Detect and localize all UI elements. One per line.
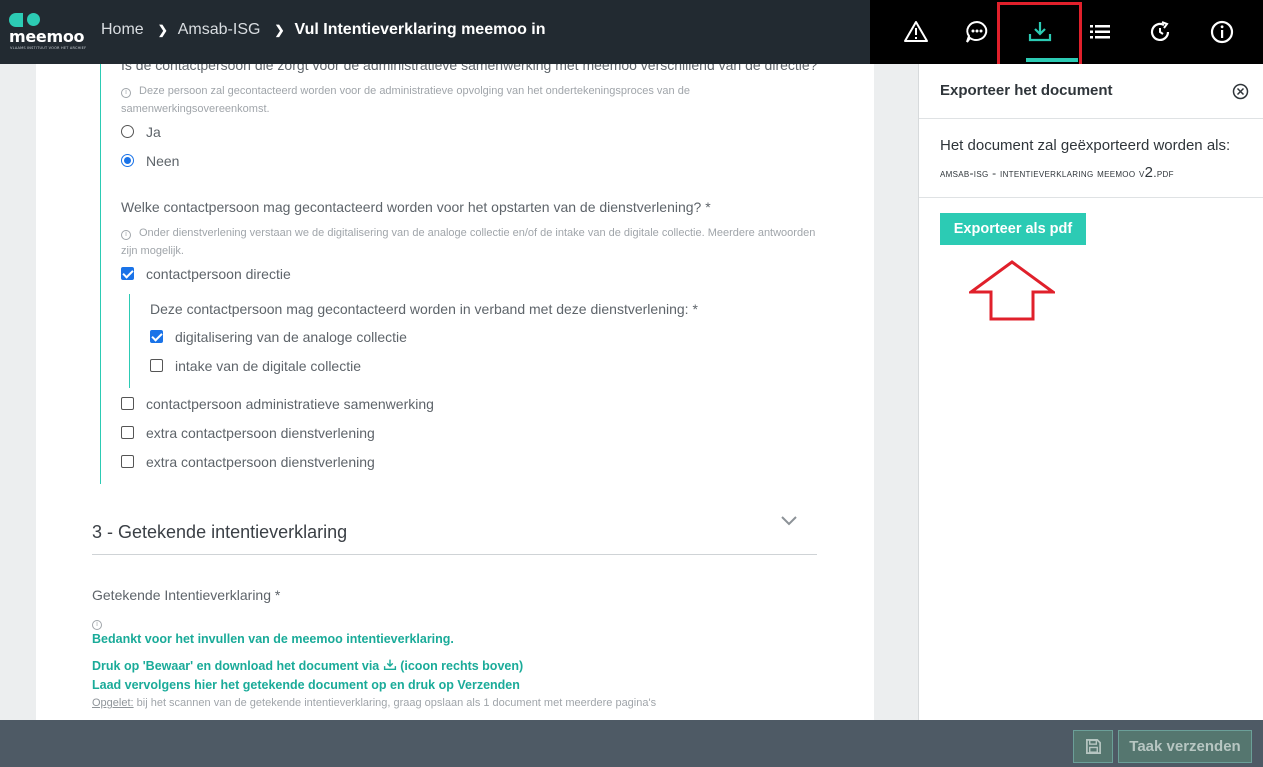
export-panel-header: Exporteer het document	[919, 64, 1263, 119]
q2-hint: i Onder dienstverlening verstaan we de di…	[121, 227, 816, 257]
breadcrumb-current: Vul Intentieverklaring meemoo in	[294, 21, 546, 38]
warning-icon	[904, 21, 928, 42]
info-circle-icon: i	[121, 230, 131, 240]
breadcrumb-org[interactable]: Amsab-ISG	[178, 21, 261, 39]
export-pdf-button[interactable]: Exporteer als pdf	[940, 213, 1086, 245]
chevron-right-icon: ❯	[157, 23, 168, 37]
comment-button[interactable]	[949, 0, 1005, 64]
arrow-up-icon	[969, 260, 1055, 321]
checkbox-contact-admin[interactable]	[121, 397, 134, 410]
list-button[interactable]	[1072, 0, 1128, 64]
checkbox-contact-directie[interactable]	[121, 267, 134, 280]
checkbox-digitalisering-label: digitalisering van de analoge collectie	[175, 329, 407, 345]
checkbox-intake-label: intake van de digitale collectie	[175, 358, 362, 374]
list-icon	[1090, 25, 1110, 39]
note-line: Opgelet: bij het scannen van de getekend…	[92, 697, 657, 709]
checkbox-extra-contact-1[interactable]	[121, 426, 134, 439]
top-bar: meemoo VLAAMS INSTITUUT VOOR HET ARCHIEF…	[0, 0, 870, 64]
checkbox-contact-directie-label: contactpersoon directie	[146, 266, 291, 282]
meemoo-logo[interactable]: meemoo VLAAMS INSTITUUT VOOR HET ARCHIEF	[9, 13, 87, 51]
logo-word: meemoo	[9, 27, 85, 46]
history-icon	[1150, 21, 1170, 41]
sub-question-text: Deze contactpersoon mag gecontacteerd wo…	[150, 301, 698, 317]
history-button[interactable]	[1132, 0, 1188, 64]
instruction-line-2: Laad vervolgens hier het getekende docum…	[92, 678, 520, 692]
subquestion-line	[129, 294, 130, 388]
radio-ja-label: Ja	[146, 124, 161, 140]
q2-text: Welke contactpersoon mag gecontacteerd w…	[121, 199, 711, 215]
close-icon[interactable]	[1232, 83, 1249, 100]
checkbox-extra-contact-1-label: extra contactpersoon dienstverlening	[146, 425, 375, 441]
checkbox-intake[interactable]	[150, 359, 163, 372]
download-icon	[1028, 22, 1052, 42]
download-icon	[383, 659, 396, 671]
export-panel-title: Exporteer het document	[940, 82, 1113, 99]
instruction-line-1: Druk op 'Bewaar' en download het documen…	[92, 659, 524, 673]
save-icon	[1085, 739, 1101, 754]
info-button[interactable]	[1194, 0, 1250, 64]
comment-icon	[966, 20, 988, 43]
q1-text: Is de contactpersoon die zorgt voor de a…	[121, 64, 818, 73]
save-button[interactable]	[1073, 730, 1113, 763]
section-divider	[92, 554, 817, 555]
chevron-down-icon[interactable]	[781, 514, 797, 526]
question-group-line	[100, 64, 101, 484]
bottom-bar: Taak verzenden	[0, 720, 1263, 767]
signed-label: Getekende Intentieverklaring *	[92, 587, 281, 603]
radio-ja[interactable]	[121, 125, 134, 138]
toolbar	[870, 0, 1263, 64]
chevron-right-icon: ❯	[274, 23, 285, 37]
export-panel: Exporteer het document Het document zal …	[918, 64, 1263, 720]
export-divider	[919, 197, 1263, 198]
breadcrumb: Home ❯ Amsab-ISG ❯ Vul Intentieverklarin…	[101, 21, 546, 39]
info-icon	[1210, 20, 1234, 44]
radio-neen[interactable]	[121, 154, 134, 167]
checkbox-contact-admin-label: contactpersoon administratieve samenwerk…	[146, 396, 434, 412]
form-panel: Is de contactpersoon die zorgt voor de a…	[36, 64, 874, 720]
thanks-line: Bedankt voor het invullen van de meemoo …	[92, 632, 454, 646]
download-button[interactable]	[1012, 0, 1078, 64]
checkbox-digitalisering[interactable]	[150, 330, 163, 343]
warning-button[interactable]	[888, 0, 944, 64]
checkbox-extra-contact-2[interactable]	[121, 455, 134, 468]
q1-hint: i Deze persoon zal gecontacteerd worden v…	[121, 85, 690, 115]
logo-tagline: VLAAMS INSTITUUT VOOR HET ARCHIEF	[10, 46, 87, 50]
export-intro: Het document zal geëxporteerd worden als…	[940, 137, 1231, 154]
breadcrumb-home[interactable]: Home	[101, 21, 144, 39]
send-task-button[interactable]: Taak verzenden	[1118, 730, 1252, 763]
info-circle-icon: i	[121, 88, 131, 98]
checkbox-extra-contact-2-label: extra contactpersoon dienstverlening	[146, 454, 375, 470]
logo-mark	[9, 13, 41, 27]
info-circle-icon: i	[92, 613, 110, 631]
export-filename: amsab-isg - intentieverklaring meemoo v2…	[940, 164, 1174, 181]
radio-neen-label: Neen	[146, 153, 180, 169]
section-3-title[interactable]: 3 - Getekende intentieverklaring	[92, 522, 347, 543]
